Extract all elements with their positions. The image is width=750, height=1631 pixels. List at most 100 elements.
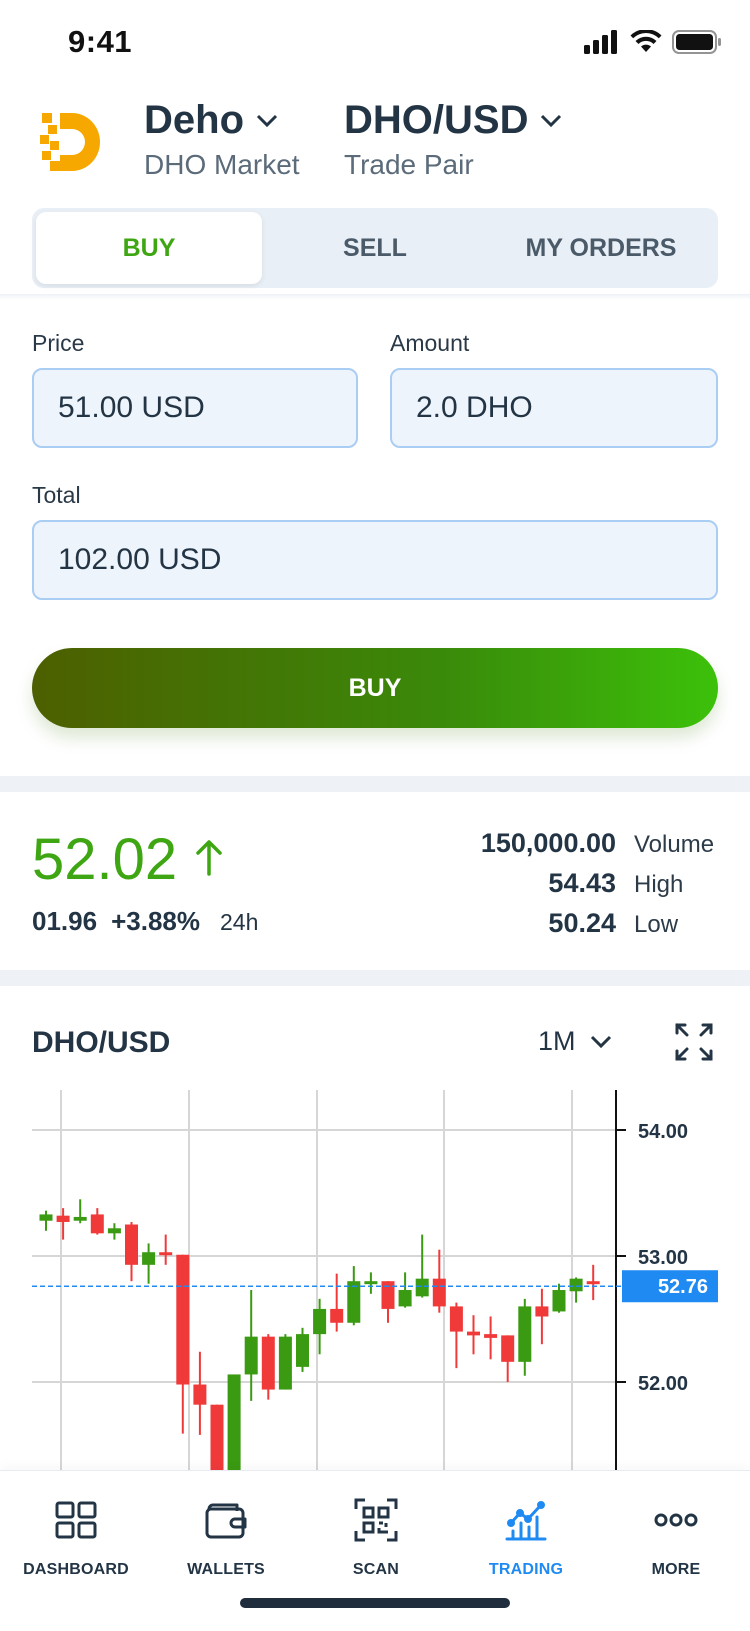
candle-body (381, 1281, 395, 1309)
candle-body (415, 1278, 429, 1297)
candle-body (398, 1290, 412, 1307)
candle-body (193, 1384, 207, 1405)
status-bar: 9:41 (0, 0, 750, 88)
chevron-down-icon (256, 114, 278, 127)
arrow-up-icon (196, 840, 222, 876)
price-change: 01.96 +3.88% 24h (32, 906, 258, 937)
nav-scan[interactable]: SCAN (306, 1497, 446, 1579)
divider (0, 294, 750, 300)
candle-body (364, 1281, 378, 1285)
trading-chart-icon (505, 1501, 547, 1541)
deho-logo-icon (40, 113, 100, 171)
wifi-icon (630, 30, 662, 52)
candle-body (90, 1214, 104, 1234)
total-field[interactable]: 102.00 USD (32, 520, 718, 600)
total-label: Total (32, 482, 81, 508)
nav-label: DASHBOARD (23, 1561, 129, 1578)
nav-dashboard[interactable]: DASHBOARD (6, 1497, 146, 1579)
buy-button[interactable]: BUY (32, 648, 718, 728)
candle-body (125, 1224, 138, 1265)
candle-body (449, 1306, 463, 1332)
market-selector[interactable]: Deho DHO Market (144, 98, 300, 181)
amount-label: Amount (390, 330, 470, 356)
pair-selector[interactable]: DHO/USD Trade Pair (344, 98, 562, 181)
candle-body (535, 1306, 549, 1317)
pair-subtitle: Trade Pair (344, 149, 474, 180)
nav-label: WALLETS (187, 1561, 265, 1578)
change-percent: +3.88% (111, 906, 200, 936)
tab-sell[interactable]: SELL (262, 212, 488, 284)
candle-body (142, 1252, 156, 1265)
candle-body (39, 1214, 53, 1221)
nav-trading[interactable]: TRADING (456, 1497, 596, 1579)
candle-body (347, 1281, 361, 1323)
amount-field[interactable]: 2.0 DHO (390, 368, 718, 448)
home-indicator (240, 1598, 510, 1608)
candle-body (261, 1336, 275, 1390)
interval-selector[interactable]: 1M (538, 1026, 612, 1057)
volume-label: Volume (634, 831, 715, 858)
tab-my-orders[interactable]: MY ORDERS (488, 212, 714, 284)
price-label: Price (32, 330, 85, 356)
candle-body (73, 1216, 87, 1221)
interval-value: 1M (538, 1026, 576, 1056)
pair-name: DHO/USD (344, 98, 529, 142)
candle-body (210, 1404, 224, 1470)
candle-body (501, 1335, 515, 1362)
wallet-icon (205, 1503, 247, 1539)
candle-body (586, 1281, 600, 1285)
qr-scan-icon (354, 1498, 398, 1542)
candle-body (244, 1336, 258, 1375)
high-value: 54.43 (548, 868, 616, 898)
stat-high: 54.43 High (548, 868, 718, 899)
candle-body (313, 1308, 327, 1335)
y-tick-label: 53.00 (638, 1247, 688, 1269)
tab-buy[interactable]: BUY (36, 212, 262, 284)
chart-title: DHO/USD (32, 1026, 171, 1059)
candle-body (176, 1254, 190, 1385)
y-tick-label: 54.00 (638, 1121, 688, 1143)
battery-icon (672, 30, 721, 54)
stat-low: 50.24 Low (548, 908, 718, 939)
candle-body (227, 1374, 241, 1470)
market-name: Deho (144, 98, 244, 142)
more-dots-icon (654, 1513, 698, 1527)
price-chart[interactable]: 54.00 53.00 52.00 52.76 (0, 1090, 750, 1470)
market-subtitle: DHO Market (144, 149, 300, 180)
status-time: 9:41 (68, 24, 133, 59)
status-icons (584, 30, 722, 54)
chevron-down-icon (590, 1035, 611, 1048)
candle-body (107, 1228, 121, 1234)
y-tick-label: 52.00 (638, 1373, 688, 1395)
candlestick-chart: 54.00 53.00 52.00 52.76 (32, 1090, 718, 1470)
high-label: High (634, 871, 684, 898)
trade-tabs: BUY SELL MY ORDERS (32, 208, 718, 288)
cellular-signal-icon (584, 30, 617, 54)
candle-body (484, 1334, 498, 1338)
candle-body (278, 1336, 292, 1390)
candle-body (159, 1252, 173, 1256)
candle-body (569, 1278, 583, 1292)
nav-label: SCAN (352, 1561, 400, 1578)
candle-body (296, 1334, 309, 1367)
current-price-label: 52.76 (658, 1276, 708, 1298)
divider (0, 970, 750, 986)
change-absolute: 01.96 (32, 906, 98, 936)
candle-body (56, 1215, 70, 1222)
volume-value: 150,000.00 (480, 828, 616, 858)
change-period: 24h (219, 909, 259, 935)
stat-volume: 150,000.00 Volume (481, 828, 718, 859)
low-label: Low (634, 911, 679, 938)
divider (0, 776, 750, 792)
nav-more[interactable]: MORE (606, 1497, 746, 1579)
price-field[interactable]: 51.00 USD (32, 368, 358, 448)
candle-body (330, 1308, 344, 1323)
fullscreen-icon[interactable] (674, 1022, 714, 1062)
header: Deho DHO Market DHO/USD Trade Pair (0, 92, 750, 202)
nav-wallets[interactable]: WALLETS (156, 1497, 296, 1579)
candle-body (467, 1331, 480, 1336)
candle-body (552, 1290, 566, 1312)
dashboard-icon (55, 1501, 97, 1539)
last-price: 52.02 (32, 827, 178, 892)
candle-body (432, 1278, 446, 1307)
